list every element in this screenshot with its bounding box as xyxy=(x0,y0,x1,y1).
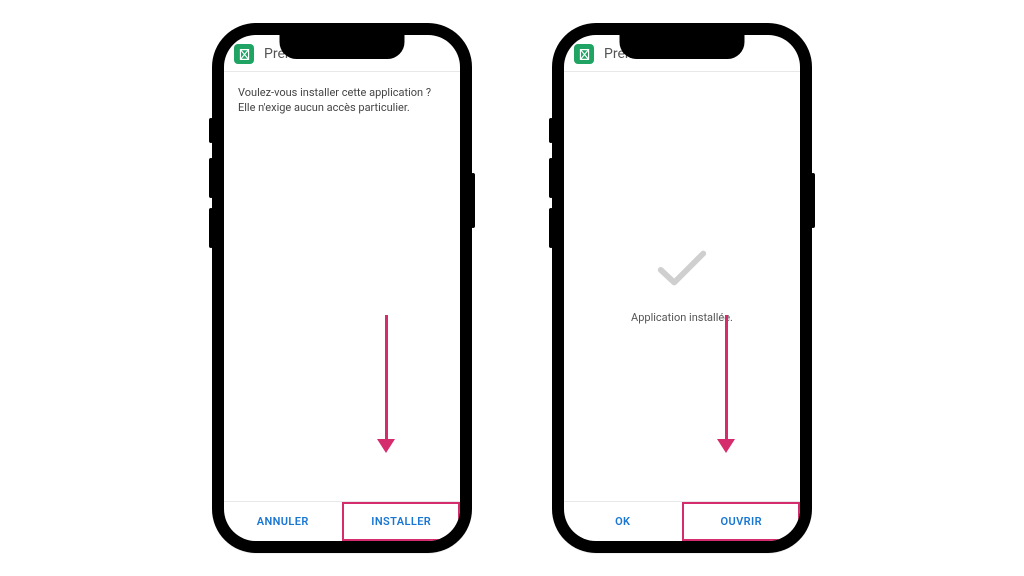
dialog-button-bar: ANNULER INSTALLER xyxy=(224,501,460,541)
install-dialog-body: Application installée. xyxy=(564,72,800,501)
install-prompt-text: Voulez-vous installer cette application … xyxy=(238,86,446,116)
install-button[interactable]: INSTALLER xyxy=(342,502,461,541)
open-button[interactable]: OUVRIR xyxy=(682,502,801,541)
premierbet-logo-icon xyxy=(574,44,594,64)
premierbet-logo-icon xyxy=(234,44,254,64)
checkmark-icon xyxy=(653,243,711,297)
phone-mockup-install-prompt: PremierBet Voulez-vous installer cette a… xyxy=(212,23,472,553)
dialog-button-bar: OK OUVRIR xyxy=(564,501,800,541)
installed-confirmation: Application installée. xyxy=(578,66,786,501)
phone-mockup-installed: PremierBet Application installée. OK OUV… xyxy=(552,23,812,553)
ok-button[interactable]: OK xyxy=(564,502,682,541)
annotation-arrow xyxy=(377,315,395,453)
install-dialog-body: Voulez-vous installer cette application … xyxy=(224,72,460,501)
phone-screen: PremierBet Voulez-vous installer cette a… xyxy=(224,35,460,541)
phone-notch xyxy=(620,35,745,59)
cancel-button[interactable]: ANNULER xyxy=(224,502,342,541)
phone-notch xyxy=(280,35,405,59)
phone-screen: PremierBet Application installée. OK OUV… xyxy=(564,35,800,541)
installed-status-text: Application installée. xyxy=(631,311,733,324)
